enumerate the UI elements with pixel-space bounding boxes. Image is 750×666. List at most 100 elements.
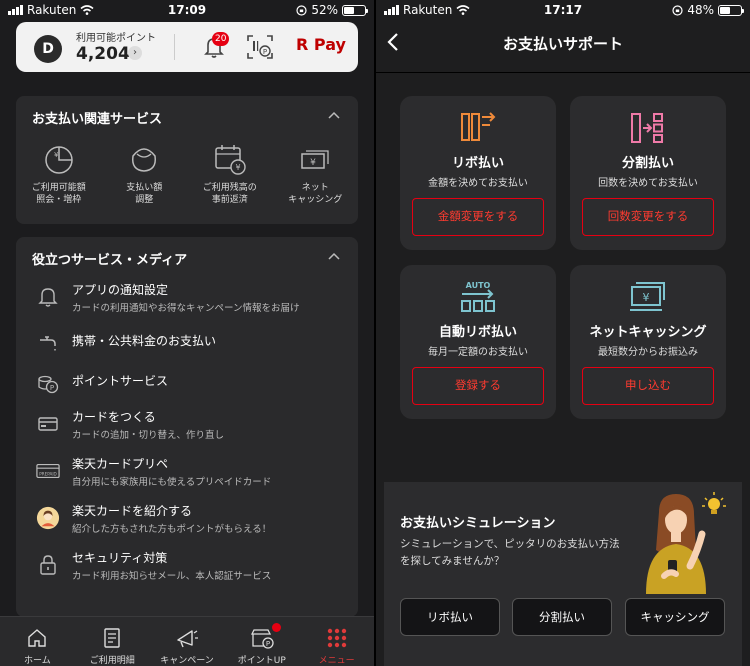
battery: 48% [672, 3, 744, 17]
card-icon [38, 417, 58, 431]
card-title: 自動リボ払い [438, 325, 517, 340]
service-credit-limit[interactable]: ¥ ご利用可能額 照会・増枠 [16, 138, 102, 206]
section-title: 役立つサービス・メディア [32, 253, 188, 268]
battery-icon [342, 4, 368, 16]
tab-label: メニュー [318, 656, 355, 666]
svg-text:AUTO: AUTO [466, 281, 491, 290]
list-item-prepaid[interactable]: PREPAID 楽天カードプリペ 自分用にも家族用にも使えるプリペイドカード [16, 451, 358, 498]
simulation-title: お支払いシミュレーション [400, 516, 556, 531]
battery: 52% [296, 3, 368, 17]
tab-label: ご利用明細 [89, 656, 135, 666]
svg-text:¥: ¥ [54, 151, 59, 159]
service-prepayment[interactable]: ¥ ご利用残高の 事前返済 [187, 138, 273, 206]
card-title: ネットキャッシング [589, 325, 707, 340]
service-label: 支払い額 調整 [126, 183, 163, 205]
tab-menu[interactable]: メニュー [299, 617, 374, 666]
orientation-lock-icon [296, 4, 307, 16]
list-item-security[interactable]: セキュリティ対策 カード利用お知らせメール、本人認証サービス [16, 545, 358, 592]
useful-services-section: 役立つサービス・メディア アプリの通知設定 カードの利用通知やお得なキャンペーン… [16, 237, 358, 617]
point-card[interactable]: D 利用可能ポイント 4,204 › 20 P R Pay [16, 22, 358, 72]
tab-statement[interactable]: ご利用明細 [75, 617, 150, 666]
simulate-cashing-button[interactable]: キャッシング [625, 598, 725, 636]
yen-bills-icon: ¥ [301, 150, 329, 169]
svg-text:P: P [266, 640, 270, 648]
list-item-subtitle: カード利用お知らせメール、本人認証サービス [72, 571, 272, 582]
tab-label: ポイントUP [237, 656, 286, 666]
referral-avatar-icon [36, 506, 60, 530]
chevron-right-icon[interactable]: › [128, 46, 142, 60]
auto-revolving-card: AUTO 自動リボ払い 毎月一定額のお支払い 登録する [400, 265, 556, 419]
list-item-title: 楽天カードを紹介する [72, 504, 193, 518]
points-value: 4,204 [76, 44, 130, 64]
navigation-bar: お支払いサポート [376, 22, 750, 66]
net-cashing-card: ¥ ネットキャッシング 最短数分からお振込み 申し込む [570, 265, 726, 419]
rakuten-pay-logo[interactable]: R Pay [296, 35, 346, 54]
service-net-cashing[interactable]: ¥ ネット キャッシング [273, 138, 359, 206]
tab-home[interactable]: ホーム [0, 617, 75, 666]
wallet-icon [132, 148, 157, 172]
apply-button[interactable]: 申し込む [582, 367, 714, 405]
svg-text:¥: ¥ [643, 291, 650, 304]
tab-bar: ホーム ご利用明細 キャンペーン P ポイントUP メニュー [0, 616, 374, 666]
payment-services-section: お支払い関連サービス ¥ ご利用可能額 照会・増枠 支払い額 調整 ¥ ご利用残… [16, 96, 358, 224]
service-payment-adjust[interactable]: 支払い額 調整 [102, 138, 188, 206]
left-screen-menu: Rakuten 17:09 52% D 利用可能ポイント 4,204 › 20 … [0, 0, 374, 666]
tab-campaign[interactable]: キャンペーン [150, 617, 225, 666]
list-item-referral[interactable]: 楽天カードを紹介する 紹介した方もされた方もポイントがもらえる！ [16, 498, 358, 545]
right-screen-payment-support: Rakuten 17:17 48% お支払いサポート リボ払い 金額を決めてお支… [376, 0, 750, 666]
divider [174, 34, 175, 60]
auto-revolving-icon: AUTO [461, 281, 495, 312]
tab-label: ホーム [24, 656, 51, 666]
svg-text:¥: ¥ [235, 163, 240, 172]
grid-dots-icon [327, 628, 346, 648]
list-item-title: セキュリティ対策 [72, 551, 168, 565]
section-title: お支払い関連サービス [32, 112, 163, 127]
list-item-title: アプリの通知設定 [72, 283, 169, 297]
list-item-point-service[interactable]: P ポイントサービス [16, 364, 358, 404]
change-count-button[interactable]: 回数変更をする [582, 198, 714, 236]
simulation-description: シミュレーションで、ピッタリのお支払い方法を探してみませんか？ [400, 538, 620, 567]
simulate-revolving-button[interactable]: リボ払い [400, 598, 500, 636]
bell-icon [38, 288, 58, 307]
chevron-up-icon[interactable] [328, 110, 340, 120]
barcode-scan-icon[interactable]: P [246, 34, 274, 60]
list-item-create-card[interactable]: カードをつくる カードの追加・切り替え、作り直し [16, 404, 358, 451]
notification-badge: 20 [212, 32, 230, 46]
list-item-title: ポイントサービス [72, 374, 169, 388]
list-item-notification-settings[interactable]: アプリの通知設定 カードの利用通知やお得なキャンペーン情報をお届け [16, 277, 358, 324]
card-title: 分割払い [621, 156, 674, 171]
battery-percent: 48% [687, 3, 714, 17]
lock-icon [40, 555, 56, 575]
list-item-title: 楽天カードプリペ [72, 457, 169, 471]
card-subtitle: 毎月一定額のお支払い [428, 347, 528, 358]
list-item-title: 携帯・公共料金のお支払い [72, 334, 217, 348]
megaphone-icon [177, 630, 198, 648]
woman-idea-illustration [646, 492, 726, 594]
list-item-utility-payment[interactable]: 携帯・公共料金のお支払い [16, 324, 358, 364]
tab-label: キャンペーン [160, 656, 214, 666]
orientation-lock-icon [672, 4, 683, 16]
revolving-card: リボ払い 金額を決めてお支払い 金額変更をする [400, 96, 556, 250]
prepaid-card-icon: PREPAID [36, 463, 60, 479]
svg-text:PREPAID: PREPAID [39, 472, 56, 477]
chevron-up-icon[interactable] [328, 251, 340, 261]
coins-icon: P [38, 375, 59, 394]
change-amount-button[interactable]: 金額変更をする [412, 198, 544, 236]
card-title: リボ払い [451, 156, 504, 171]
statement-icon [104, 628, 120, 648]
installment-icon [631, 113, 663, 143]
register-button[interactable]: 登録する [412, 367, 544, 405]
simulate-installment-button[interactable]: 分割払い [512, 598, 612, 636]
list-item-title: カードをつくる [72, 410, 156, 424]
status-bar: Rakuten 17:17 48% [376, 0, 750, 22]
tab-point-up[interactable]: P ポイントUP [224, 617, 299, 666]
page-title: お支払いサポート [502, 35, 623, 53]
revolving-icon [461, 112, 496, 141]
list-item-subtitle: 紹介した方もされた方もポイントがもらえる！ [72, 524, 272, 535]
shop-points-icon: P [250, 629, 274, 649]
home-icon [28, 629, 47, 647]
status-bar: Rakuten 17:09 52% [0, 0, 374, 22]
card-subtitle: 金額を決めてお支払い [428, 178, 528, 189]
service-label: ご利用可能額 照会・増枠 [31, 183, 86, 205]
battery-percent: 52% [311, 3, 338, 17]
